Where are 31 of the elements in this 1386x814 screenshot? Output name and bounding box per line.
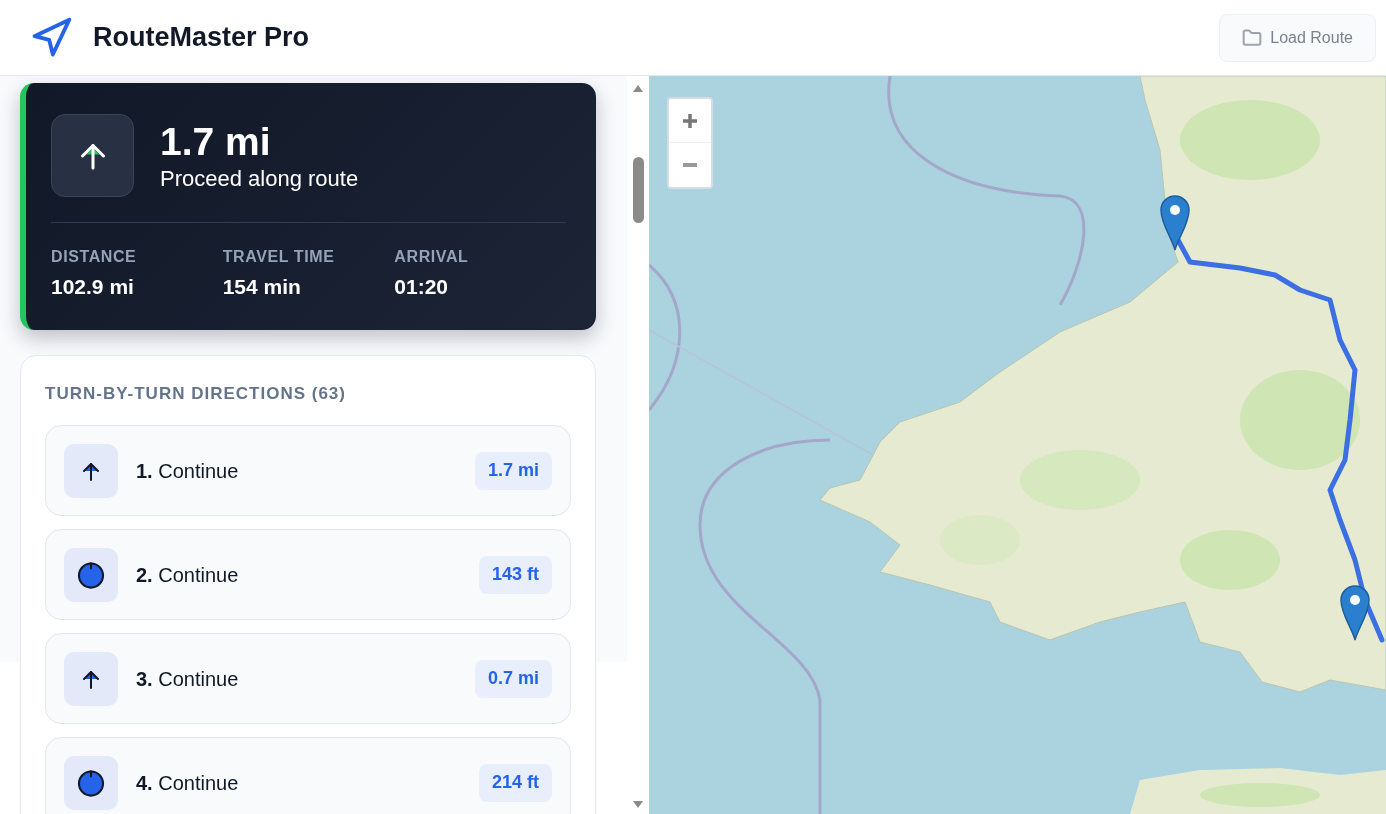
direction-step[interactable]: 3. Continue 0.7 mi xyxy=(45,633,571,724)
scrollbar-thumb[interactable] xyxy=(632,157,644,223)
step-label: 1. Continue xyxy=(136,458,239,484)
stat-label: ARRIVAL xyxy=(394,247,470,267)
direction-step[interactable]: 4. Continue 214 ft xyxy=(45,737,571,814)
distance-badge: 0.7 mi xyxy=(474,659,552,698)
distance-badge: 214 ft xyxy=(478,763,552,802)
step-label: 2. Continue xyxy=(136,562,239,588)
scroll-up-icon[interactable] xyxy=(633,85,643,92)
app-title: RouteMaster Pro xyxy=(93,21,310,55)
step-label: 3. Continue xyxy=(136,666,239,692)
folder-icon xyxy=(1242,27,1263,48)
map-pin-icon[interactable] xyxy=(1160,195,1190,251)
load-route-button[interactable]: Load Route xyxy=(1219,13,1376,62)
plus-icon xyxy=(683,113,697,128)
scroll-down-icon[interactable] xyxy=(633,801,643,808)
distance-badge: 1.7 mi xyxy=(474,451,552,490)
minus-icon xyxy=(683,163,697,167)
step-label: 4. Continue xyxy=(136,770,239,796)
directions-heading: TURN-BY-TURN DIRECTIONS (63) xyxy=(45,383,347,405)
stat-label: DISTANCE xyxy=(51,247,138,267)
map-pin-icon[interactable] xyxy=(1340,585,1370,641)
step-distance: 1.7 mi xyxy=(160,118,272,165)
distance-badge: 143 ft xyxy=(478,555,552,594)
step-instruction: Proceed along route xyxy=(160,164,359,193)
stat-value: 154 min xyxy=(222,275,302,299)
stat-label: TRAVEL TIME xyxy=(222,247,336,267)
direction-step[interactable]: 2. Continue 143 ft xyxy=(45,529,571,620)
stat-value: 102.9 mi xyxy=(51,275,135,299)
stat-value: 01:20 xyxy=(394,275,450,299)
direction-step[interactable]: 1. Continue 1.7 mi xyxy=(45,425,571,516)
